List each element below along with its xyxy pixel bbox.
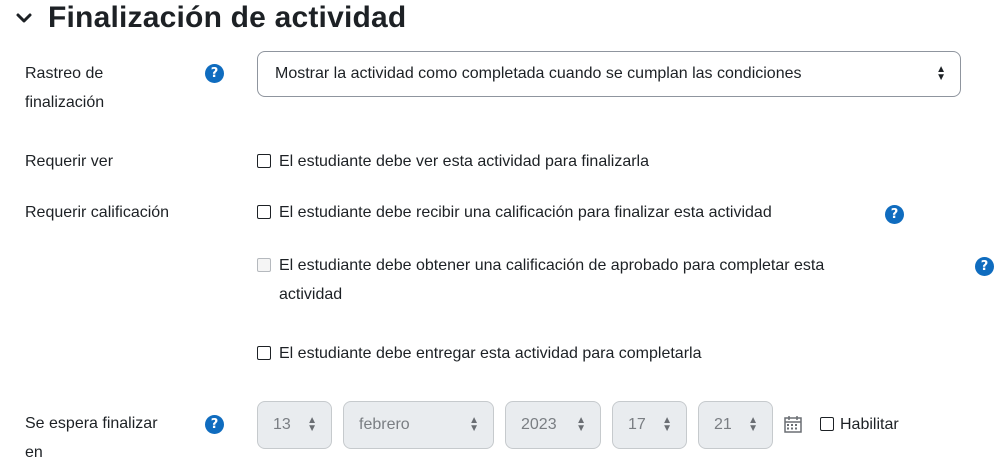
require-view-label: Requerir ver xyxy=(25,153,114,170)
select-arrows-icon: ▲ ▼ xyxy=(469,415,479,434)
enable-expected-row: Habilitar xyxy=(820,410,899,439)
help-icon[interactable]: ? xyxy=(975,257,994,276)
completion-tracking-select[interactable]: Mostrar la actividad como completada cua… xyxy=(257,51,961,97)
hour-value: 17 xyxy=(628,416,646,433)
receive-grade-row: El estudiante debe recibir una calificac… xyxy=(257,198,772,227)
require-view-row: El estudiante debe ver esta actividad pa… xyxy=(257,147,649,176)
chevron-down-icon[interactable] xyxy=(12,6,36,30)
select-arrows-icon: ▲ ▼ xyxy=(307,415,317,434)
pass-grade-checkbox-label[interactable]: El estudiante debe obtener una calificac… xyxy=(279,251,824,309)
section-title: Finalización de actividad xyxy=(48,1,407,34)
receive-grade-checkbox-label[interactable]: El estudiante debe recibir una calificac… xyxy=(279,198,772,227)
require-submit-checkbox[interactable] xyxy=(257,346,271,360)
completion-tracking-value: Mostrar la actividad como completada cua… xyxy=(275,65,802,82)
select-arrows-icon: ▲ ▼ xyxy=(662,415,672,434)
enable-expected-checkbox[interactable] xyxy=(820,417,834,431)
pass-grade-row: El estudiante debe obtener una calificac… xyxy=(257,251,947,309)
expected-completion-label: Se espera finalizar en xyxy=(25,415,158,461)
tracking-label: Rastreo de finalización xyxy=(25,65,105,111)
month-select[interactable]: febrero ▲ ▼ xyxy=(343,401,494,449)
receive-grade-checkbox[interactable] xyxy=(257,205,271,219)
month-value: febrero xyxy=(359,416,410,433)
select-arrows-icon: ▲ ▼ xyxy=(748,415,758,434)
year-select[interactable]: 2023 ▲ ▼ xyxy=(505,401,601,449)
minute-value: 21 xyxy=(714,416,732,433)
require-submit-checkbox-label[interactable]: El estudiante debe entregar esta activid… xyxy=(279,339,701,368)
help-icon[interactable]: ? xyxy=(205,64,224,83)
require-grade-label: Requerir calificación xyxy=(25,204,170,221)
require-view-checkbox[interactable] xyxy=(257,154,271,168)
day-value: 13 xyxy=(273,416,291,433)
pass-grade-checkbox[interactable] xyxy=(257,258,271,272)
year-value: 2023 xyxy=(521,416,557,433)
calendar-icon[interactable] xyxy=(783,414,803,434)
hour-select[interactable]: 17 ▲ ▼ xyxy=(612,401,687,449)
select-arrows-icon: ▲ ▼ xyxy=(936,64,946,83)
help-icon[interactable]: ? xyxy=(885,205,904,224)
enable-expected-label[interactable]: Habilitar xyxy=(840,410,899,439)
help-icon[interactable]: ? xyxy=(205,415,224,434)
select-arrows-icon: ▲ ▼ xyxy=(576,415,586,434)
minute-select[interactable]: 21 ▲ ▼ xyxy=(698,401,773,449)
require-view-checkbox-label[interactable]: El estudiante debe ver esta actividad pa… xyxy=(279,147,649,176)
day-select[interactable]: 13 ▲ ▼ xyxy=(257,401,332,449)
require-submit-row: El estudiante debe entregar esta activid… xyxy=(257,339,701,368)
section-header[interactable]: Finalización de actividad xyxy=(12,0,406,36)
